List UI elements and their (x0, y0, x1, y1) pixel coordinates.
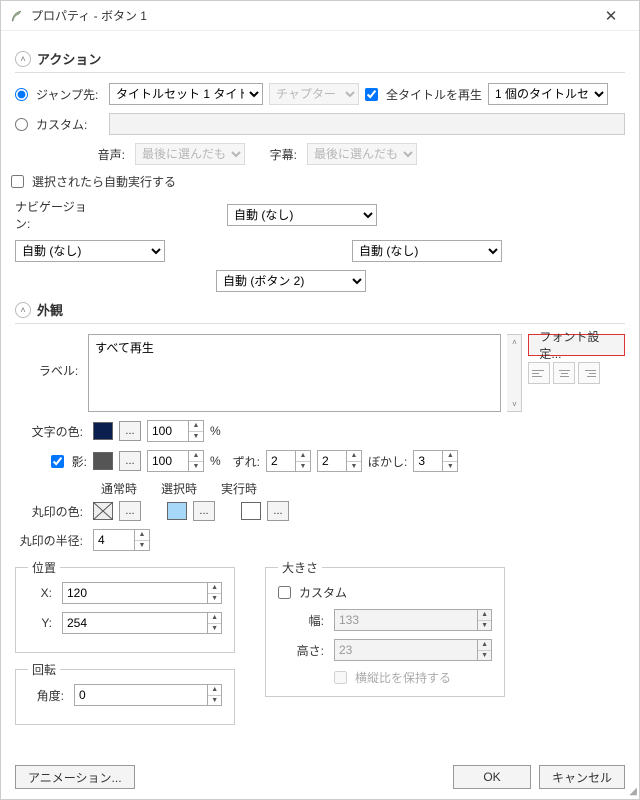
ring-radius-row: 丸印の半径: ▲▼ (15, 529, 625, 551)
section-action-header[interactable]: ˄ アクション (15, 49, 625, 68)
audio-label: 音声: (71, 146, 129, 163)
window-title: プロパティ - ボタン 1 (31, 7, 591, 24)
text-color-row: 文字の色: ... ▲▼ % (15, 420, 625, 442)
offset-y-input[interactable]: ▲▼ (317, 450, 362, 472)
geometry-wrap: 位置 X: ▲▼ Y: ▲▼ 回転 角度: ▲▼ 大きさ カスタム (15, 559, 625, 725)
custom-size-checkbox[interactable]: カスタム (278, 584, 492, 601)
ring-color-row: 丸印の色: ... ... ... (15, 501, 625, 521)
ring-select-picker[interactable]: ... (193, 501, 215, 521)
blur-input[interactable]: ▲▼ (413, 450, 458, 472)
label-label: ラベル: (15, 334, 82, 379)
jump-radio[interactable]: ジャンプ先: (15, 86, 103, 103)
close-icon[interactable]: ✕ (591, 7, 631, 25)
label-row: ラベル: すべて再生 ˄˅ フォント設定... (15, 334, 625, 412)
nav-mid-row: 自動 (なし) 自動 (なし) (15, 240, 625, 262)
custom-row: カスタム: (15, 113, 625, 135)
width-input: ▲▼ (334, 609, 492, 631)
pos-y-input[interactable]: ▲▼ (62, 612, 222, 634)
size-fieldset: 大きさ カスタム 幅: ▲▼ 高さ: ▲▼ 横縦比を保持する (265, 559, 505, 697)
rotation-fieldset: 回転 角度: ▲▼ (15, 661, 235, 725)
play-all-checkbox[interactable]: 全タイトルを再生 (365, 86, 482, 103)
subtitle-select: 最後に選んだもの (307, 143, 417, 165)
position-fieldset: 位置 X: ▲▼ Y: ▲▼ (15, 559, 235, 653)
ring-normal-picker[interactable]: ... (119, 501, 141, 521)
ring-exec-picker[interactable]: ... (267, 501, 289, 521)
text-color-swatch[interactable] (93, 422, 113, 440)
ring-color-label: 丸印の色: (15, 503, 87, 520)
keep-aspect-checkbox: 横縦比を保持する (334, 669, 492, 686)
textarea-scrollbar[interactable]: ˄˅ (507, 334, 522, 412)
offset-x-input[interactable]: ▲▼ (266, 450, 311, 472)
chevron-up-icon: ˄ (15, 51, 31, 67)
autorun-checkbox[interactable]: 選択されたら自動実行する (11, 173, 625, 190)
text-opacity-input[interactable]: ▲▼ (147, 420, 204, 442)
shadow-row: 影: ... ▲▼ % ずれ: ▲▼ ▲▼ ぼかし: ▲▼ (15, 450, 625, 472)
nav-right-select[interactable]: 自動 (なし) (352, 240, 502, 262)
titlebar: プロパティ - ボタン 1 ✕ (1, 1, 639, 31)
align-left-button[interactable] (528, 362, 550, 384)
offset-label: ずれ: (233, 453, 260, 470)
chevron-up-icon: ˄ (15, 302, 31, 318)
shadow-opacity-input[interactable]: ▲▼ (147, 450, 204, 472)
app-icon (9, 8, 25, 24)
subtitle-label: 字幕: (251, 146, 301, 163)
audio-sub-row: 音声: 最後に選んだもの 字幕: 最後に選んだもの (71, 143, 625, 165)
divider (15, 323, 625, 324)
content: ˄ アクション ジャンプ先: タイトルセット 1 タイトル 1 チャプター 1 … (1, 31, 639, 755)
resize-grip-icon[interactable]: ◢ (629, 786, 637, 797)
custom-radio[interactable]: カスタム: (15, 116, 103, 133)
shadow-color-swatch[interactable] (93, 452, 113, 470)
ok-button[interactable]: OK (453, 765, 531, 789)
pos-x-input[interactable]: ▲▼ (62, 582, 222, 604)
height-input: ▲▼ (334, 639, 492, 661)
font-settings-button[interactable]: フォント設定... (528, 334, 625, 356)
section-action-title: アクション (37, 49, 101, 68)
chapter-select: チャプター 1 (269, 83, 359, 105)
custom-input (109, 113, 625, 135)
ring-exec-swatch[interactable] (241, 502, 261, 520)
audio-select: 最後に選んだもの (135, 143, 245, 165)
nav-bottom-row: 自動 (ボタン 2) (15, 270, 625, 292)
ring-radius-input[interactable]: ▲▼ (93, 529, 150, 551)
nav-down-select[interactable]: 自動 (ボタン 2) (216, 270, 366, 292)
titleset-count-select[interactable]: 1 個のタイトルセット (488, 83, 608, 105)
angle-input[interactable]: ▲▼ (74, 684, 222, 706)
ring-normal-swatch[interactable] (93, 502, 113, 520)
text-align-group (528, 362, 625, 384)
cancel-button[interactable]: キャンセル (539, 765, 625, 789)
nav-left-select[interactable]: 自動 (なし) (15, 240, 165, 262)
text-color-label: 文字の色: (15, 423, 87, 440)
jump-row: ジャンプ先: タイトルセット 1 タイトル 1 チャプター 1 全タイトルを再生… (15, 83, 625, 105)
section-look-title: 外観 (37, 300, 63, 319)
bottom-bar: アニメーション... OK キャンセル (1, 755, 639, 799)
nav-up-select[interactable]: 自動 (なし) (227, 204, 377, 226)
align-right-button[interactable] (578, 362, 600, 384)
text-color-picker-button[interactable]: ... (119, 421, 141, 441)
animation-button[interactable]: アニメーション... (15, 765, 135, 789)
percent-label: % (210, 424, 221, 438)
shadow-checkbox[interactable]: 影: (15, 453, 87, 470)
blur-label: ぼかし: (368, 453, 407, 470)
shadow-color-picker-button[interactable]: ... (119, 451, 141, 471)
state-headers: 通常時 選択時 実行時 (101, 480, 625, 497)
align-center-button[interactable] (553, 362, 575, 384)
section-look-header[interactable]: ˄ 外観 (15, 300, 625, 319)
ring-radius-label: 丸印の半径: (15, 532, 87, 549)
properties-dialog: プロパティ - ボタン 1 ✕ ˄ アクション ジャンプ先: タイトルセット 1… (0, 0, 640, 800)
divider (15, 72, 625, 73)
jump-target-select[interactable]: タイトルセット 1 タイトル 1 (109, 83, 263, 105)
ring-select-swatch[interactable] (167, 502, 187, 520)
label-textarea[interactable]: すべて再生 (88, 334, 501, 412)
navigation-row: ナビゲージョン: 自動 (なし) (15, 198, 625, 232)
navigation-label: ナビゲージョン: (15, 198, 105, 232)
